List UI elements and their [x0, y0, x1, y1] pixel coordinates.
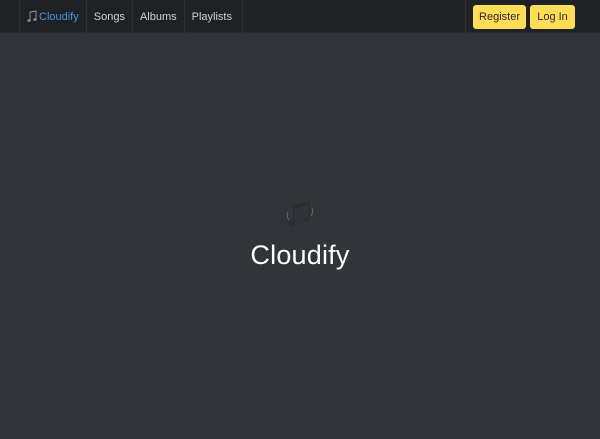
login-button[interactable]: Log In	[530, 4, 575, 29]
music-note-icon	[27, 10, 37, 22]
hero: Cloudify	[0, 198, 600, 271]
music-notes-icon	[286, 201, 314, 226]
brand-link[interactable]: Cloudify	[19, 0, 86, 33]
nav-albums[interactable]: Albums	[131, 0, 184, 33]
nav-songs[interactable]: Songs	[85, 0, 132, 33]
nav-playlists[interactable]: Playlists	[183, 0, 243, 33]
nav-right: Register Log In	[465, 0, 600, 33]
page-title: Cloudify	[250, 240, 350, 270]
register-button[interactable]: Register	[473, 4, 526, 29]
brand-label: Cloudify	[39, 10, 79, 23]
nav-left: Cloudify Songs Albums Playlists	[19, 0, 243, 33]
navbar: Cloudify Songs Albums Playlists Register…	[0, 0, 600, 33]
